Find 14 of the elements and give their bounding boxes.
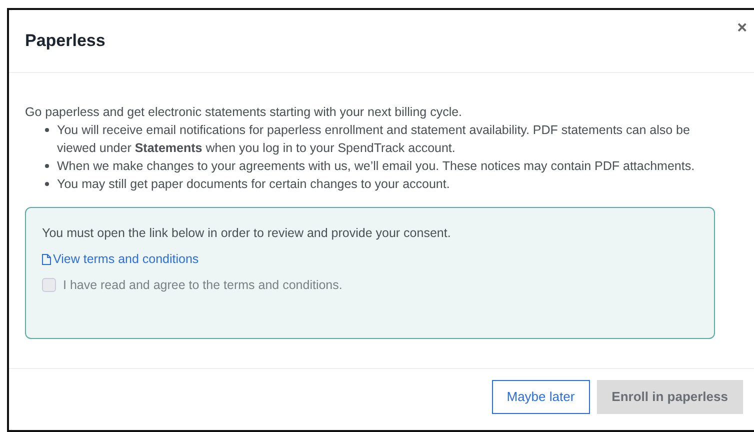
- close-button[interactable]: ×: [737, 18, 747, 38]
- bullet-text: When we make changes to your agreements with us, we’ll email you. These notices may contain PDF attachments.: [57, 158, 695, 175]
- bullet-icon: [45, 164, 49, 168]
- bullet-text: You may still get paper documents for certain changes to your account.: [57, 176, 450, 193]
- agree-label: I have read and agree to the terms and conditions.: [63, 277, 342, 294]
- dialog-title: Paperless: [25, 31, 106, 51]
- bullet-icon: [45, 182, 49, 186]
- document-icon: [42, 254, 51, 264]
- bullet-text: You will receive email notifications for paperless enrollment and statement availability. PDF statements can also be viewed under Statements when you log in to your SpendTrack account.: [57, 122, 691, 157]
- terms-link[interactable]: View terms and conditions: [42, 250, 199, 268]
- consent-message: You must open the link below in order to review and provide your consent.: [42, 225, 451, 242]
- bullet-icon: [45, 128, 49, 132]
- intro-text: Go paperless and get electronic statements starting with your next billing cycle.: [25, 104, 464, 121]
- later-button[interactable]: Maybe later: [492, 380, 590, 414]
